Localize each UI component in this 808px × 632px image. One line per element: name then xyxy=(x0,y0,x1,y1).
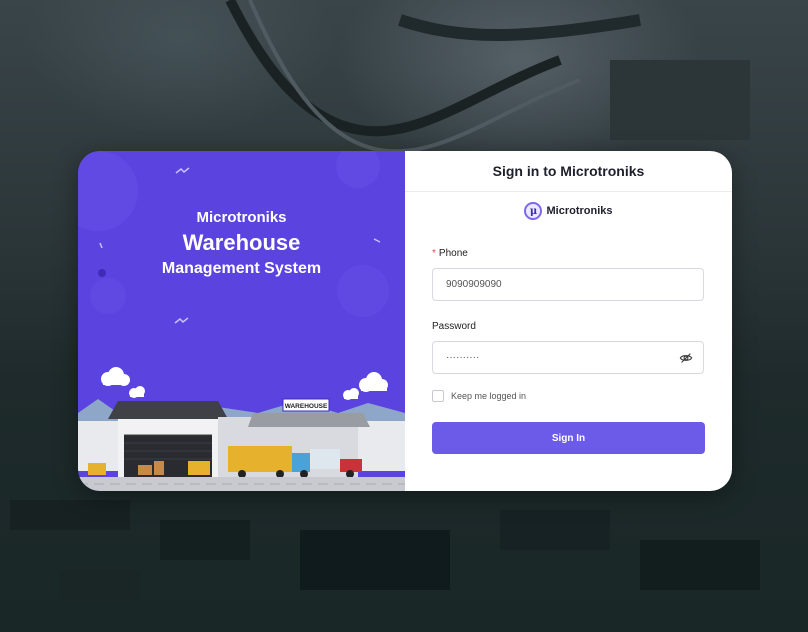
password-input-value: ·········· xyxy=(446,352,480,363)
remember-label: Keep me logged in xyxy=(451,391,527,401)
phone-input-value: 9090909090 xyxy=(446,279,502,290)
remember-checkbox[interactable] xyxy=(432,390,444,402)
warehouse-illustration: WAREHOUSE xyxy=(78,151,405,491)
password-input[interactable]: ·········· xyxy=(432,341,704,374)
hero-warehouse-title: Warehouse xyxy=(182,230,301,255)
sign-in-button[interactable]: Sign In xyxy=(432,422,705,454)
brand-name: Microtroniks xyxy=(546,205,613,217)
remember-me[interactable]: Keep me logged in xyxy=(432,390,526,402)
hero-company-name: Microtroniks xyxy=(196,209,287,226)
hero-titles: Microtroniks Warehouse Management System xyxy=(78,209,405,278)
phone-label-text: Phone xyxy=(438,248,468,259)
password-label: Password xyxy=(432,321,476,332)
signin-panel: Sign in to Microtroniks μ Microtroniks *… xyxy=(405,151,732,491)
login-card: WAREHOUSE Microtroniks Warehouse Managem… xyxy=(78,151,732,491)
brand-logo-icon: μ xyxy=(524,202,543,220)
brand: μ Microtroniks xyxy=(405,202,732,220)
warehouse-sign: WAREHOUSE xyxy=(285,403,328,410)
signin-header: Sign in to Microtroniks xyxy=(405,151,732,192)
eye-off-icon[interactable] xyxy=(679,351,693,365)
required-mark: * xyxy=(432,248,436,259)
hero-panel: WAREHOUSE Microtroniks Warehouse Managem… xyxy=(78,151,405,491)
hero-system-subtitle: Management System xyxy=(161,260,322,277)
phone-label: * Phone xyxy=(432,248,468,259)
phone-input[interactable]: 9090909090 xyxy=(432,268,704,301)
